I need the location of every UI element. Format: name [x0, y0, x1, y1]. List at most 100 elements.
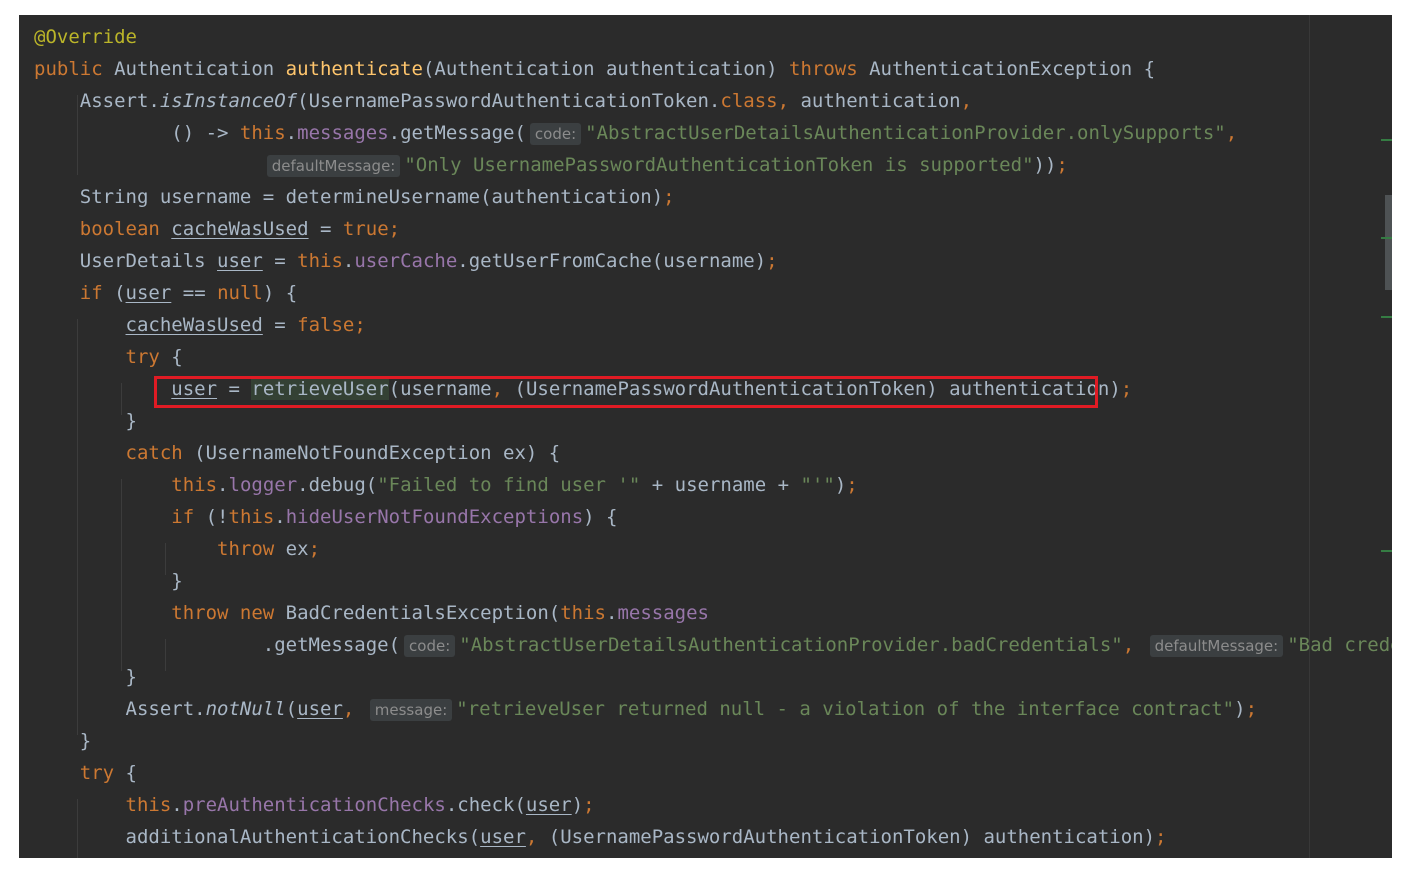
code-token: messages: [297, 122, 389, 144]
code-token: (!: [205, 506, 229, 528]
code-token: if: [79, 282, 115, 304]
change-marker: [1381, 237, 1392, 239]
code-line[interactable]: .getMessage(code: "AbstractUserDetailsAut…: [19, 629, 1392, 661]
code-token: ): [1234, 698, 1246, 720]
code-token: .getMessage(: [34, 634, 401, 656]
code-token: ;: [846, 474, 858, 496]
code-token: hideUserNotFoundExceptions: [285, 506, 584, 528]
code-token: ;: [766, 250, 778, 272]
code-line[interactable]: boolean cacheWasUsed = true;: [19, 213, 1392, 245]
code-token: AuthenticationException {: [869, 58, 1156, 80]
code-line[interactable]: additionalAuthenticationChecks(user, (Us…: [19, 821, 1392, 853]
code-token: .: [605, 602, 618, 624]
code-line[interactable]: Assert.notNull(user, message: "retrieveUs…: [19, 693, 1392, 725]
code-token: catch: [125, 442, 195, 464]
code-token: .check(: [445, 794, 526, 816]
code-token: (UsernamePasswordAuthenticationToken.: [297, 90, 721, 112]
code-token: isInstanceOf: [159, 90, 298, 112]
code-line[interactable]: if (user == null) {: [19, 277, 1392, 309]
code-token: this: [239, 122, 286, 144]
code-token: ex: [285, 538, 309, 560]
code-token: this: [171, 474, 218, 496]
code-line[interactable]: }: [19, 405, 1392, 437]
change-marker: [1381, 550, 1392, 552]
code-line[interactable]: try {: [19, 341, 1392, 373]
code-token: preAuthenticationChecks: [182, 794, 446, 816]
code-line[interactable]: cacheWasUsed = false;: [19, 309, 1392, 341]
code-token: =: [262, 314, 298, 336]
code-token: user: [297, 698, 343, 720]
code-line[interactable]: this.logger.debug("Failed to find user '…: [19, 469, 1392, 501]
code-token: =: [308, 218, 343, 240]
code-token: ,: [525, 826, 549, 848]
code-line[interactable]: () -> this.messages.getMessage(code: "Abs…: [19, 117, 1392, 149]
code-token: (Authentication authentication): [422, 58, 789, 80]
code-token: .: [217, 474, 229, 496]
code-line[interactable]: public Authentication authenticate(Authe…: [19, 53, 1392, 85]
code-token: this: [297, 250, 343, 272]
code-token: + username +: [640, 474, 801, 496]
code-line[interactable]: }: [19, 661, 1392, 693]
code-token: (: [285, 698, 298, 720]
code-line[interactable]: throw new BadCredentialsException(this.m…: [19, 597, 1392, 629]
code-token: }: [34, 730, 92, 752]
code-token: ): [571, 794, 584, 816]
code-token: @Override: [34, 26, 137, 48]
code-token: authenticate: [285, 58, 423, 80]
code-line[interactable]: if (!this.hideUserNotFoundExceptions) {: [19, 501, 1392, 533]
code-token: .: [285, 122, 298, 144]
code-token: ;: [308, 538, 321, 560]
change-marker: [1381, 139, 1392, 141]
code-token: ==: [171, 282, 218, 304]
parameter-hint: code:: [404, 635, 456, 657]
code-token: "Only UsernamePasswordAuthenticationToke…: [404, 154, 1034, 176]
code-token: (UsernameNotFoundException ex) {: [194, 442, 561, 464]
parameter-hint: code:: [529, 123, 582, 145]
code-line[interactable]: String username = determineUsername(auth…: [19, 181, 1392, 213]
code-token: BadCredentialsException(: [285, 602, 561, 624]
code-line[interactable]: defaultMessage: "Only UsernamePasswordAut…: [19, 149, 1392, 181]
code-line[interactable]: }: [19, 565, 1392, 597]
code-line[interactable]: Assert.isInstanceOf(UsernamePasswordAuth…: [19, 85, 1392, 117]
code-token: {: [125, 762, 137, 784]
code-token: ;: [1245, 698, 1258, 720]
code-token: boolean: [79, 218, 172, 240]
code-token: ,: [1122, 634, 1146, 656]
code-token: ): [834, 474, 847, 496]
code-token: UserDetails: [34, 250, 218, 272]
code-token: false: [297, 314, 355, 336]
code-token: ;: [583, 794, 595, 816]
code-token: ;: [388, 218, 401, 240]
code-token: }: [34, 666, 137, 688]
code-token: "retrieveUser returned null - a violatio…: [456, 698, 1235, 720]
code-token: ) {: [583, 506, 618, 528]
highlight-box: [154, 376, 1098, 408]
code-line[interactable]: try {: [19, 757, 1392, 789]
code-token: null: [217, 282, 263, 304]
code-token: )): [1033, 154, 1057, 176]
code-token: "AbstractUserDetailsAuthenticationProvid…: [585, 122, 1226, 144]
code-token: messages: [617, 602, 709, 624]
code-line[interactable]: @Override: [19, 21, 1392, 53]
code-token: cacheWasUsed: [171, 218, 309, 240]
code-editor[interactable]: @Override public Authentication authentic…: [19, 15, 1392, 858]
code-token: "Failed to find user '": [377, 474, 641, 496]
code-line[interactable]: }: [19, 725, 1392, 757]
parameter-hint: message:: [369, 699, 453, 721]
code-line[interactable]: throw ex;: [19, 533, 1392, 565]
code-token: ;: [354, 314, 366, 336]
code-line[interactable]: catch (UsernameNotFoundException ex) {: [19, 437, 1392, 469]
code-line[interactable]: this.preAuthenticationChecks.check(user)…: [19, 789, 1392, 821]
code-token: .debug(: [297, 474, 378, 496]
code-token: Assert.: [34, 90, 160, 112]
vertical-scrollbar[interactable]: [1385, 195, 1392, 290]
code-line[interactable]: UserDetails user = this.userCache.getUse…: [19, 245, 1392, 277]
code-token: this: [125, 794, 172, 816]
